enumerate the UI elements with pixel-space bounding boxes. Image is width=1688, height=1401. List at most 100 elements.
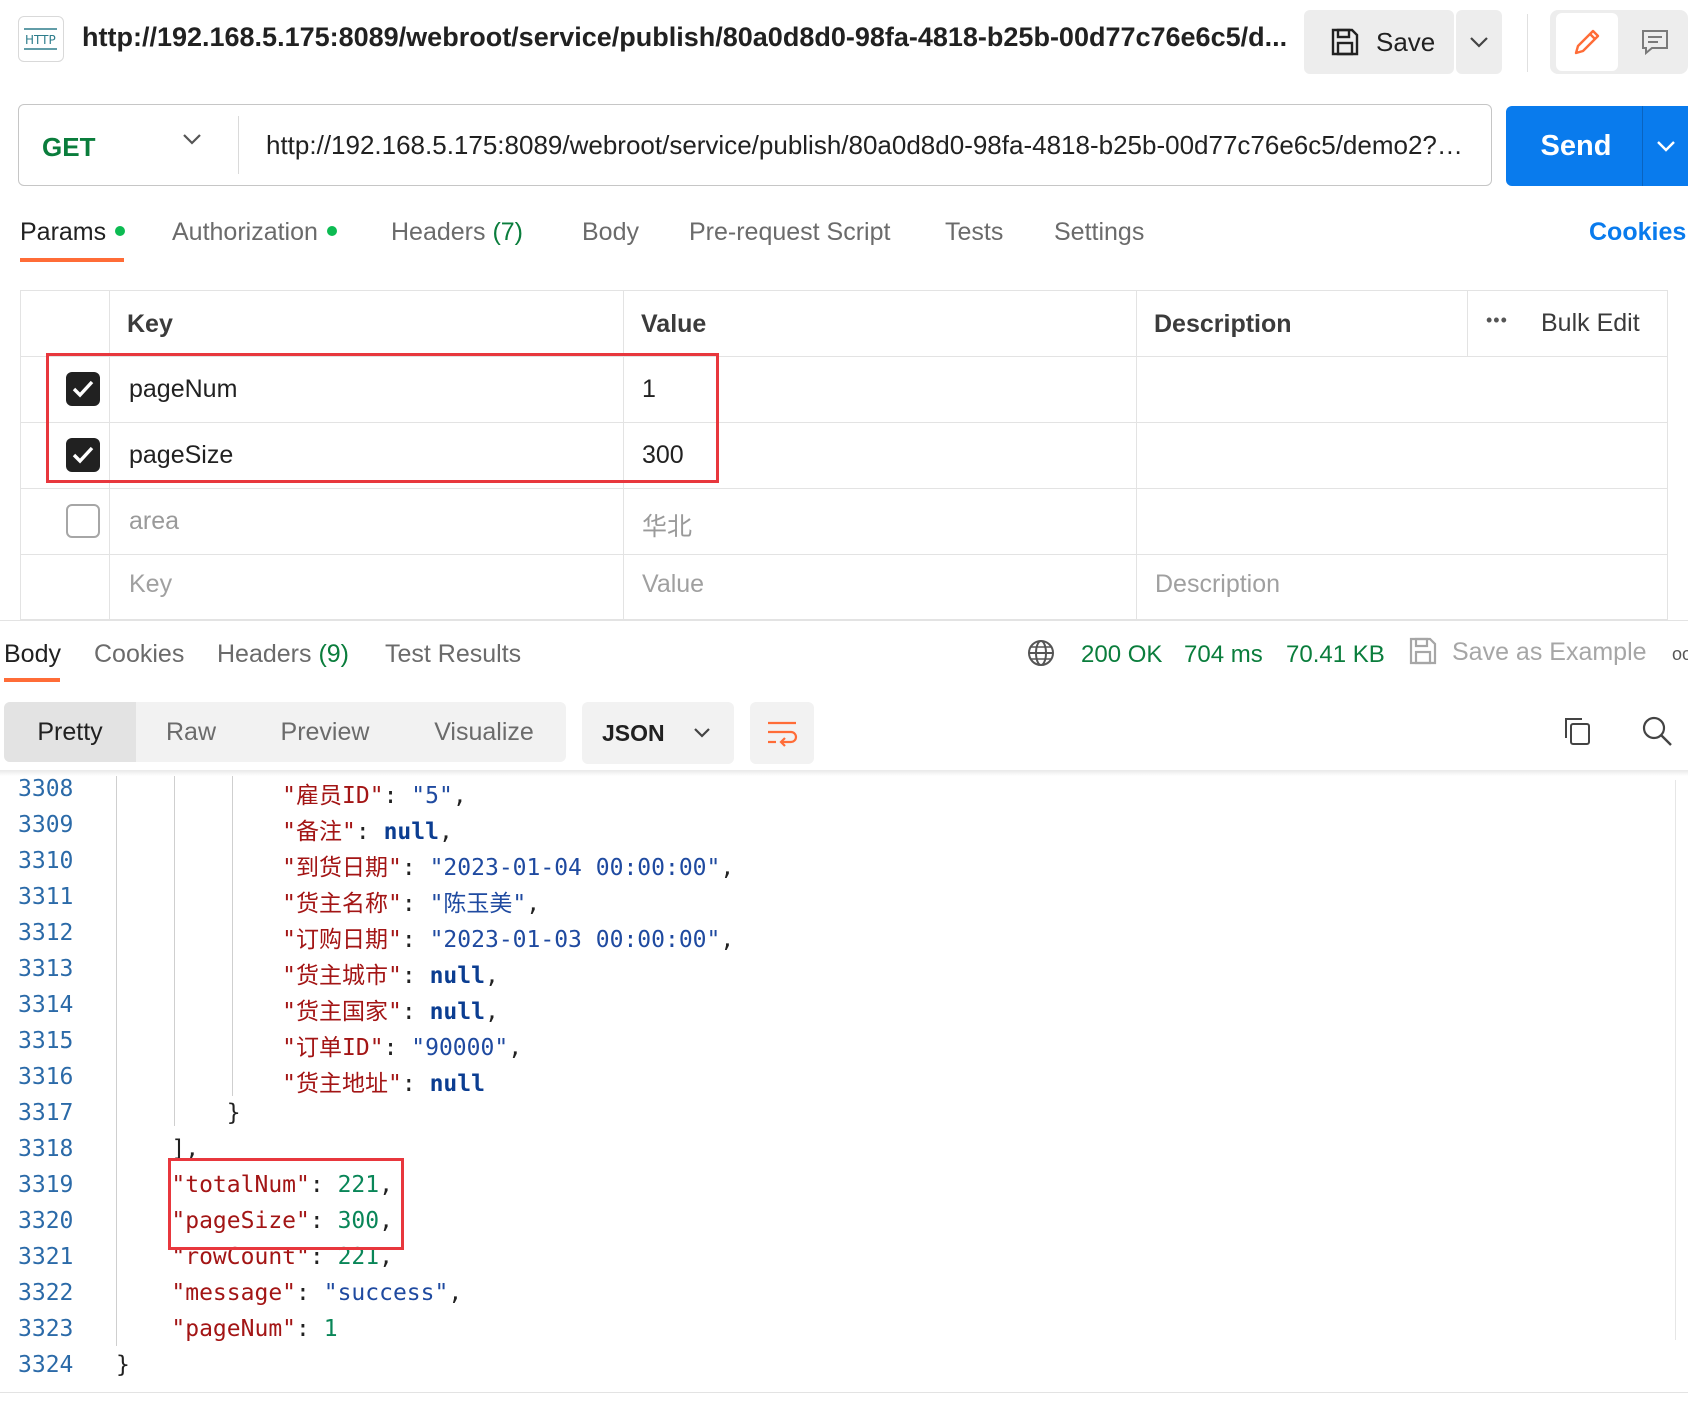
new-description-input[interactable]: Description xyxy=(1155,570,1280,599)
tab-tests[interactable]: Tests xyxy=(945,218,1003,247)
bottom-divider xyxy=(0,1392,1688,1393)
cookies-link[interactable]: Cookies xyxy=(1589,218,1686,247)
view-visualize-button[interactable]: Visualize xyxy=(404,702,564,762)
view-raw-button[interactable]: Raw xyxy=(136,702,246,762)
request-title[interactable]: http://192.168.5.175:8089/webroot/servic… xyxy=(82,22,1287,53)
json-value: "陈玉美" xyxy=(429,891,527,917)
comments-button[interactable] xyxy=(1624,13,1686,71)
json-key: "订单ID" xyxy=(282,1035,384,1061)
line-number: 3313 xyxy=(18,956,74,982)
globe-icon[interactable] xyxy=(1026,638,1056,673)
line-number: 3309 xyxy=(18,812,74,838)
json-colon: : xyxy=(401,1071,430,1097)
json-trailing-comma: , xyxy=(720,855,735,881)
line-number: 3319 xyxy=(18,1172,74,1198)
json-value: "2023-01-04 00:00:00" xyxy=(429,855,721,881)
code-punctuation: } xyxy=(116,1352,130,1378)
json-colon: : xyxy=(383,1035,412,1061)
param-checkbox-area[interactable] xyxy=(66,504,100,538)
wrap-lines-icon xyxy=(768,721,798,747)
param-key[interactable]: area xyxy=(129,507,179,536)
code-line: "雇员ID": "5", xyxy=(116,776,467,810)
line-number: 3324 xyxy=(18,1352,74,1378)
copy-icon[interactable] xyxy=(1560,714,1594,753)
row-divider xyxy=(20,554,1668,555)
wrap-lines-button[interactable] xyxy=(750,702,814,764)
json-value: null xyxy=(429,963,485,989)
code-line: } xyxy=(116,1352,130,1378)
tab-params[interactable]: Params xyxy=(20,218,126,247)
line-number: 3311 xyxy=(18,884,74,910)
view-preview-button[interactable]: Preview xyxy=(246,702,404,762)
search-icon[interactable] xyxy=(1640,714,1674,753)
status-code[interactable]: 200 OK xyxy=(1081,641,1162,669)
indent-guide xyxy=(116,776,117,1346)
tab-settings[interactable]: Settings xyxy=(1054,218,1144,247)
json-colon: : xyxy=(401,963,430,989)
tab-pre-request-script[interactable]: Pre-request Script xyxy=(689,218,890,247)
column-header-value: Value xyxy=(641,310,707,338)
more-options-icon[interactable]: ••• xyxy=(1486,310,1508,331)
edit-button[interactable] xyxy=(1556,13,1618,71)
send-dropdown-button[interactable] xyxy=(1642,106,1688,186)
code-line: "货主名称": "陈玉美", xyxy=(116,884,540,918)
new-value-input[interactable]: Value xyxy=(642,570,704,599)
response-size[interactable]: 70.41 KB xyxy=(1286,641,1385,669)
tab-body[interactable]: Body xyxy=(582,218,639,247)
save-dropdown-button[interactable] xyxy=(1456,10,1502,74)
active-tab-indicator xyxy=(20,258,124,262)
code-line: "到货日期": "2023-01-04 00:00:00", xyxy=(116,848,734,882)
response-more-icon[interactable]: oo xyxy=(1672,644,1688,665)
code-line: "message": "success", xyxy=(116,1280,462,1306)
line-number: 3318 xyxy=(18,1136,74,1162)
json-trailing-comma: , xyxy=(484,963,499,989)
json-trailing-comma: , xyxy=(526,891,541,917)
response-tab-test-results[interactable]: Test Results xyxy=(385,640,521,669)
indent-guide xyxy=(174,776,175,1126)
save-button[interactable]: Save xyxy=(1304,10,1454,74)
tab-authorization[interactable]: Authorization xyxy=(172,218,337,247)
format-select[interactable]: JSON xyxy=(582,702,734,764)
json-colon: : xyxy=(355,819,384,845)
authorization-indicator-dot xyxy=(326,226,337,237)
send-button[interactable]: Send xyxy=(1506,106,1646,186)
column-header-key: Key xyxy=(127,310,173,338)
param-value[interactable]: 华北 xyxy=(642,507,692,543)
response-headers-count: (9) xyxy=(318,640,350,668)
json-value: 1 xyxy=(323,1316,338,1342)
view-pretty-button[interactable]: Pretty xyxy=(4,702,136,762)
response-tab-headers[interactable]: Headers (9) xyxy=(217,640,349,669)
method-select[interactable]: GET xyxy=(42,132,95,163)
highlight-box-params xyxy=(46,353,719,483)
toolbar-divider xyxy=(1527,14,1528,72)
json-trailing-comma: , xyxy=(438,819,453,845)
method-divider xyxy=(238,116,239,174)
bulk-edit-button[interactable]: Bulk Edit xyxy=(1541,309,1640,338)
indent-guide xyxy=(232,776,233,1096)
line-number: 3316 xyxy=(18,1064,74,1090)
headers-count: (7) xyxy=(492,218,524,246)
url-input[interactable]: http://192.168.5.175:8089/webroot/servic… xyxy=(266,130,1476,161)
code-line: "pageNum": 1 xyxy=(116,1316,338,1342)
json-key: "货主国家" xyxy=(282,999,402,1025)
json-key: "到货日期" xyxy=(282,855,402,881)
response-tab-headers-label: Headers xyxy=(217,640,312,668)
save-as-example-button[interactable]: Save as Example xyxy=(1452,638,1647,667)
response-time[interactable]: 704 ms xyxy=(1184,641,1263,669)
response-tab-body[interactable]: Body xyxy=(4,640,61,669)
tab-headers[interactable]: Headers (7) xyxy=(391,218,523,247)
json-colon: : xyxy=(401,927,430,953)
params-indicator-dot xyxy=(115,226,126,237)
new-key-input[interactable]: Key xyxy=(129,570,172,599)
response-tab-cookies[interactable]: Cookies xyxy=(94,640,184,669)
json-key: "message" xyxy=(171,1280,297,1306)
method-chevron-down-icon[interactable] xyxy=(182,132,202,151)
